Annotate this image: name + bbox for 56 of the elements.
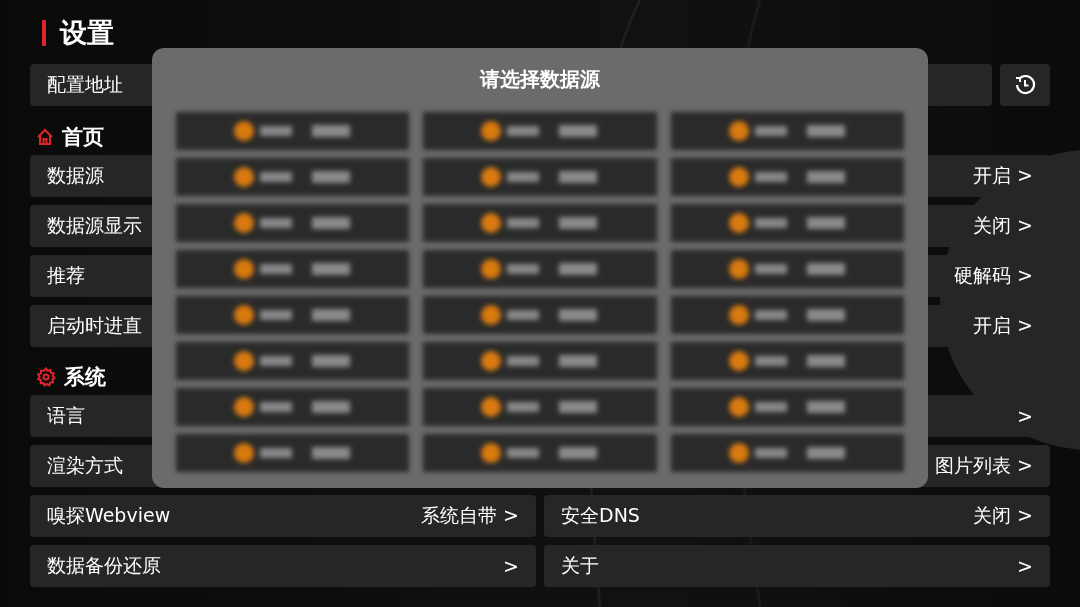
blurred-list-item[interactable] [176,296,410,334]
settings-row[interactable]: 安全DNS 关闭 > [544,495,1050,537]
history-button[interactable] [1000,64,1050,106]
setting-value: 图片列表 > [935,453,1033,478]
setting-value: > [1017,405,1033,427]
setting-label: 数据源显示 [47,213,142,238]
setting-label: 渲染方式 [47,453,123,478]
blurred-list-item[interactable] [423,388,657,426]
setting-label: 推荐 [47,263,85,288]
blurred-list-item[interactable] [670,434,904,472]
blurred-list-item[interactable] [670,342,904,380]
page-title: 设置 [60,16,114,50]
blurred-list-item[interactable] [423,204,657,242]
blurred-list-item[interactable] [423,112,657,150]
section-heading: 系统 [64,364,106,391]
blurred-list-item[interactable] [176,204,410,242]
setting-label: 关于 [561,553,599,578]
setting-label: 语言 [47,403,85,428]
blurred-list-item[interactable] [670,158,904,196]
settings-icon [36,367,56,387]
blurred-list-item[interactable] [670,204,904,242]
dialog-title: 请选择数据源 [478,66,601,93]
blurred-list-item[interactable] [176,434,410,472]
blurred-list-item[interactable] [176,158,410,196]
blurred-list-item[interactable] [423,250,657,288]
blurred-list-item[interactable] [176,250,410,288]
home-icon [36,128,54,146]
blurred-list-item[interactable] [423,296,657,334]
setting-label: 数据源 [47,163,104,188]
setting-value: 开启 > [973,313,1033,338]
blurred-list-item[interactable] [670,112,904,150]
blurred-list-item[interactable] [670,250,904,288]
blurred-list-item[interactable] [176,112,410,150]
setting-value: 关闭 > [973,213,1033,238]
blurred-list-item[interactable] [423,342,657,380]
setting-value: 开启 > [973,163,1033,188]
setting-value: 系统自带 > [421,503,519,528]
setting-value: > [1017,555,1033,577]
setting-label: 嗅探Webview [47,503,171,528]
blurred-list-item[interactable] [670,388,904,426]
blurred-list-item[interactable] [176,388,410,426]
settings-row[interactable]: 数据备份还原 > [30,545,536,587]
setting-label: 数据备份还原 [47,553,161,578]
section-heading: 首页 [62,124,104,151]
blurred-list-item[interactable] [176,342,410,380]
blurred-list-item[interactable] [423,434,657,472]
settings-row[interactable]: 嗅探Webview 系统自带 > [30,495,536,537]
settings-row[interactable]: 关于 > [544,545,1050,587]
setting-value: > [503,555,519,577]
setting-label: 启动时进直 [47,313,142,338]
setting-value: 硬解码 > [954,263,1033,288]
history-icon [1013,73,1037,97]
blurred-list-item[interactable] [670,296,904,334]
setting-label: 安全DNS [561,503,640,528]
setting-value: 关闭 > [973,503,1033,528]
blurred-list-item[interactable] [423,158,657,196]
